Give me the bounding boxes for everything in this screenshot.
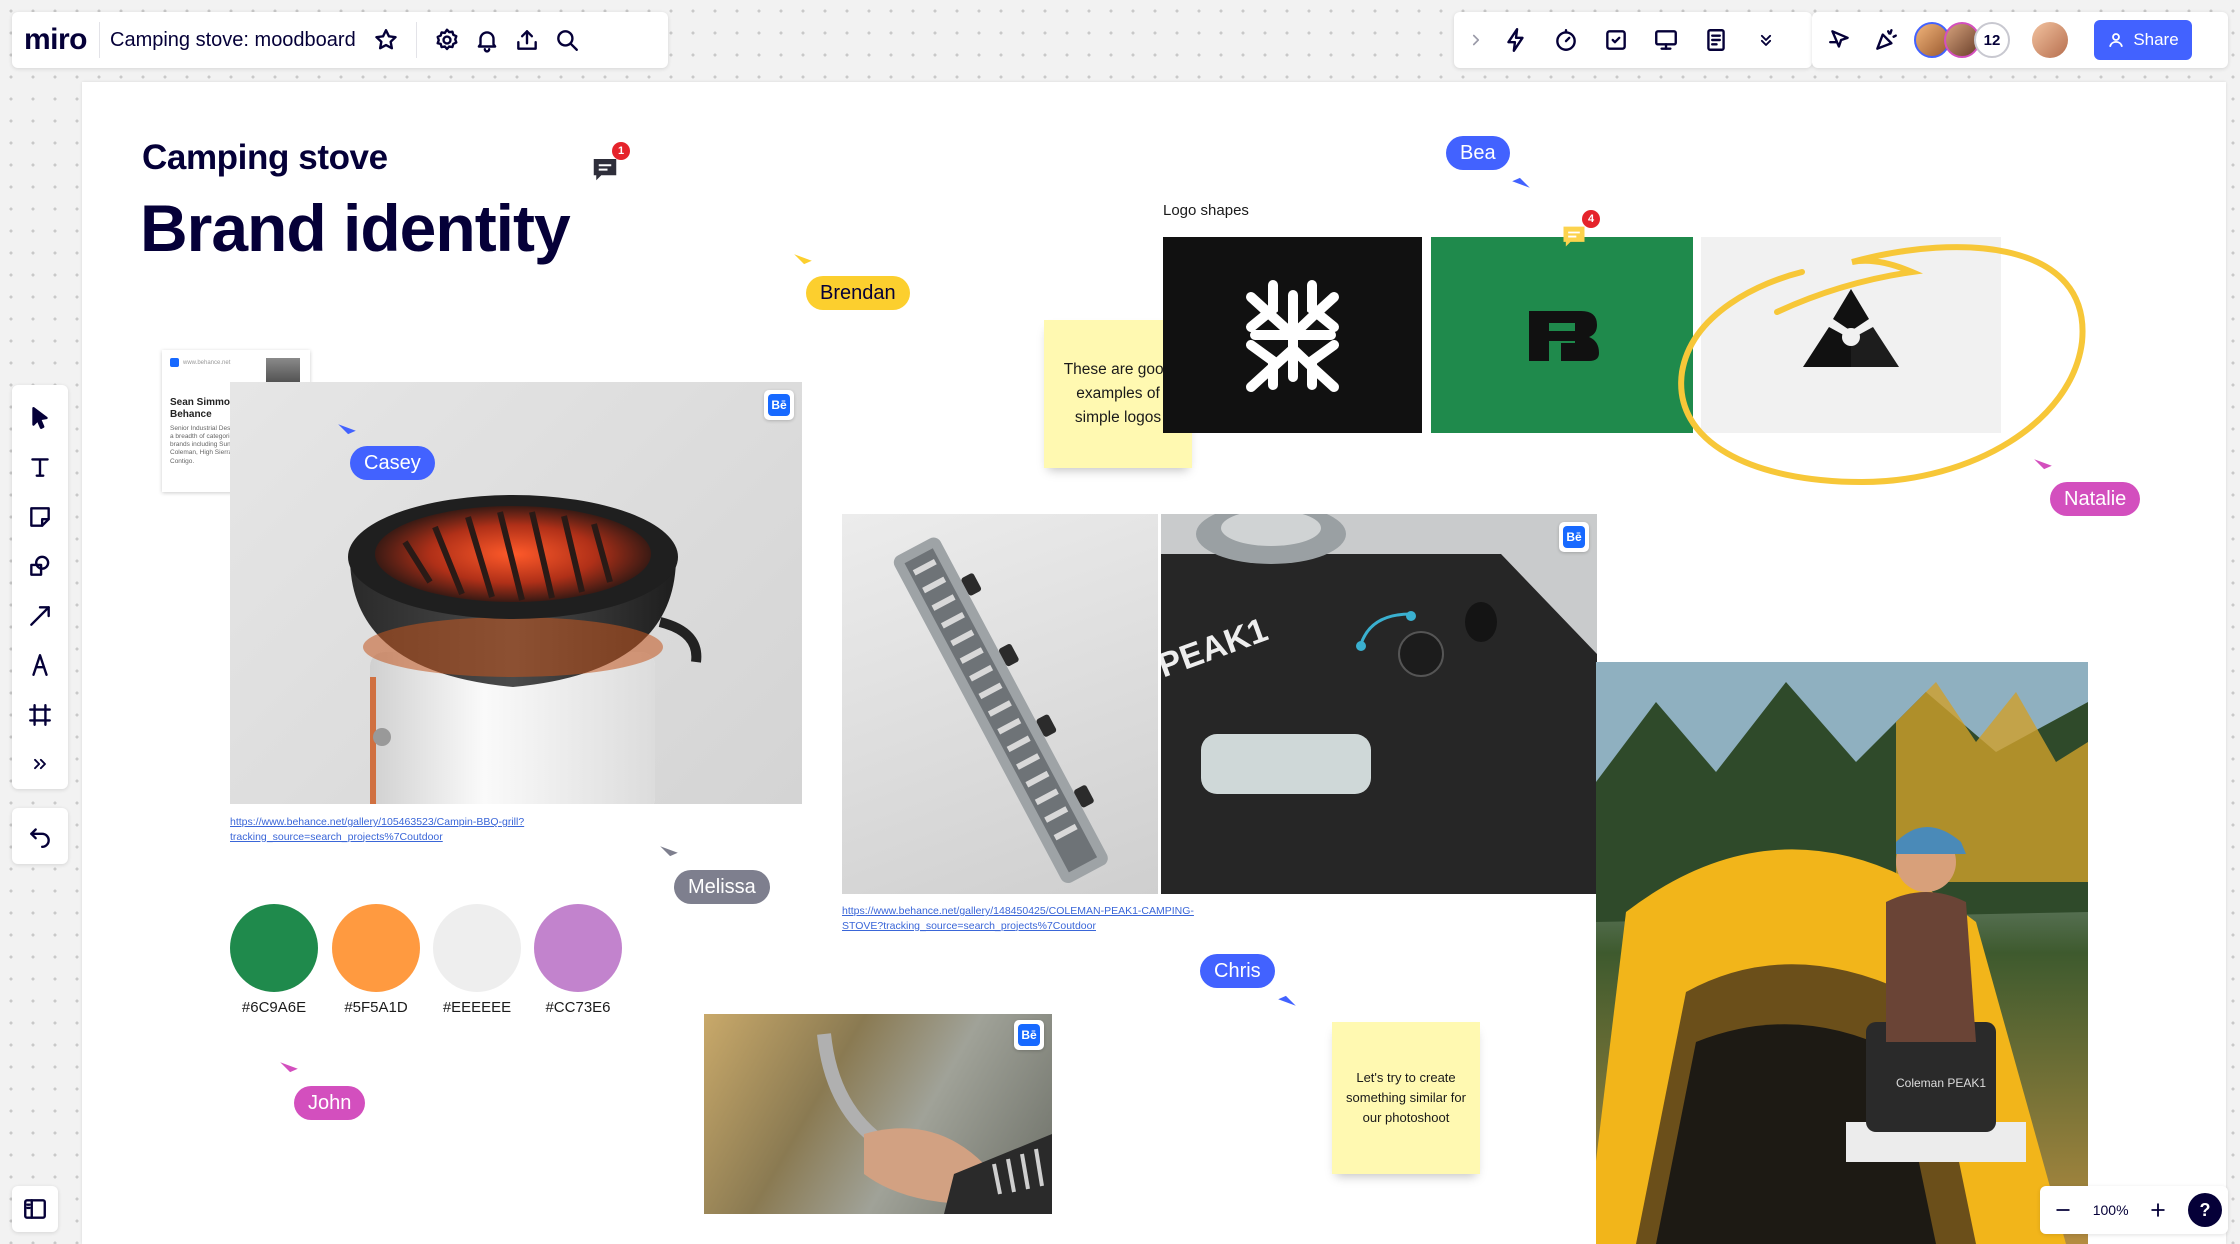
swatch-label-gray: #EEEEEE (442, 999, 512, 1016)
heading-small: Camping stove (142, 138, 388, 177)
tent-box-text: Coleman PEAK1 (1896, 1076, 1986, 1090)
toolbar-divider (415, 22, 417, 58)
double-chevron-down-icon[interactable] (1746, 20, 1786, 60)
zoom-in-icon[interactable] (2141, 1190, 2175, 1230)
behance-icon: Bē (1018, 1024, 1040, 1046)
zoom-controls: 100% ? (2040, 1186, 2228, 1234)
share-button[interactable]: Share (2094, 20, 2192, 60)
peak-source-link[interactable]: https://www.behance.net/gallery/14845042… (842, 904, 1222, 933)
board-title[interactable]: Camping stove: moodboard (110, 29, 356, 52)
color-swatch-gray[interactable] (433, 904, 521, 992)
zoom-out-icon[interactable] (2046, 1190, 2080, 1230)
vote-icon[interactable] (1596, 20, 1636, 60)
cursor-arrow-icon (2034, 459, 2052, 470)
comment-count-badge: 1 (612, 142, 630, 160)
comment-icon[interactable] (1560, 222, 1588, 250)
toolbar-divider (99, 22, 101, 58)
sidebar-toggle-icon[interactable] (12, 1186, 58, 1232)
board-frame[interactable]: Camping stove Brand identity 1 www.behan… (82, 82, 2226, 1244)
share-label: Share (2133, 30, 2179, 49)
connector-tool-icon[interactable] (15, 591, 65, 641)
stove-closeup-illustration (817, 1033, 1052, 1214)
swatch-label-orange: #5F5A1D (344, 999, 408, 1016)
settings-icon[interactable] (427, 20, 467, 60)
cursor-label-casey: Casey (350, 446, 435, 480)
more-tools-icon[interactable] (15, 740, 65, 790)
shapes-tool-icon[interactable] (15, 542, 65, 592)
notes-icon[interactable] (1696, 20, 1736, 60)
help-button[interactable]: ? (2187, 1193, 2222, 1227)
undo-icon[interactable] (15, 811, 65, 861)
spider-logo-icon (1246, 280, 1339, 392)
avatar[interactable] (2032, 22, 2068, 58)
cursor-follow-icon[interactable] (1820, 20, 1860, 60)
collaborator-count-badge[interactable]: 12 (1974, 22, 2010, 58)
cursor-label-john: John (294, 1086, 366, 1120)
cursor-label-brendan: Brendan (806, 276, 910, 310)
cursor-arrow-icon (280, 1062, 298, 1073)
behance-mini-icon (170, 358, 179, 367)
chevron-right-icon[interactable] (1462, 20, 1490, 60)
undo-panel (12, 808, 68, 864)
behance-badge[interactable]: Bē (1559, 522, 1589, 552)
sticky-note-tool-icon[interactable] (15, 492, 65, 542)
heading-large: Brand identity (140, 191, 571, 265)
bbq-grill-image[interactable]: Bē (230, 382, 802, 804)
zoom-level[interactable]: 100% (2093, 1202, 2129, 1218)
swatch-label-green: #6C9A6E (241, 999, 307, 1016)
color-swatch-purple[interactable] (534, 904, 622, 992)
tent-photo-image[interactable]: Coleman PEAK1 (1596, 662, 2088, 1244)
top-right-collab: 12 Share (1812, 12, 2228, 68)
stove-closeup-image[interactable]: Bē (704, 1014, 1052, 1214)
timer-icon[interactable] (1546, 20, 1586, 60)
cursor-label-melissa: Melissa (674, 870, 770, 904)
swatch-label-purple: #CC73E6 (545, 999, 611, 1016)
sticky-note-photoshoot[interactable]: Let's try to create something similar fo… (1332, 1022, 1480, 1174)
grill-plate-image[interactable] (842, 514, 1158, 894)
present-icon[interactable] (1646, 20, 1686, 60)
select-tool-icon[interactable] (15, 393, 65, 443)
collaborator-avatars[interactable]: 12 (1914, 20, 2016, 60)
celebrate-icon[interactable] (1866, 20, 1906, 60)
yellow-scribble-drawing[interactable] (1612, 172, 2112, 502)
miro-logo[interactable]: miro (24, 23, 88, 57)
cursor-arrow-icon (794, 254, 812, 265)
color-swatch-orange[interactable] (332, 904, 420, 992)
cursor-arrow-icon (1278, 995, 1296, 1006)
tent-illustration: Coleman PEAK1 (1596, 662, 2088, 1244)
frame-tool-icon[interactable] (15, 690, 65, 740)
top-right-tools (1454, 12, 1812, 68)
user-icon (2107, 31, 2125, 49)
cursor-label-chris: Chris (1200, 954, 1275, 988)
cursor-label-natalie: Natalie (2050, 482, 2141, 516)
behance-badge[interactable]: Bē (1014, 1020, 1044, 1050)
comment-count-badge: 4 (1582, 210, 1600, 228)
behance-icon: Bē (1563, 526, 1585, 548)
star-icon[interactable] (366, 20, 406, 60)
bbq-source-link[interactable]: https://www.behance.net/gallery/10546352… (230, 815, 530, 844)
grill-plate-illustration (893, 537, 1108, 884)
cursor-arrow-icon (338, 424, 356, 435)
card-url: www.behance.net (183, 359, 231, 366)
left-toolbar (12, 385, 68, 789)
stove-panel-image[interactable]: PEAK1 Bē (1161, 514, 1597, 894)
stove-panel-illustration: PEAK1 (1161, 514, 1597, 894)
bell-icon[interactable] (467, 20, 507, 60)
top-left-toolbar: miro Camping stove: moodboard (12, 12, 668, 68)
upload-icon[interactable] (507, 20, 547, 60)
logo-shapes-label: Logo shapes (1163, 202, 1249, 219)
text-tool-icon[interactable] (15, 443, 65, 493)
lightning-icon[interactable] (1496, 20, 1536, 60)
cursor-label-bea: Bea (1446, 136, 1510, 170)
behance-icon: Bē (768, 394, 790, 416)
cursor-arrow-icon (1512, 177, 1530, 188)
logo-tile-black[interactable] (1163, 237, 1422, 433)
color-swatch-green[interactable] (230, 904, 318, 992)
sidebar-toggle-panel (12, 1186, 58, 1232)
bbq-illustration (348, 495, 702, 804)
pen-tool-icon[interactable] (15, 641, 65, 691)
behance-badge[interactable]: Bē (764, 390, 794, 420)
search-icon[interactable] (547, 20, 587, 60)
cursor-arrow-icon (660, 846, 678, 857)
